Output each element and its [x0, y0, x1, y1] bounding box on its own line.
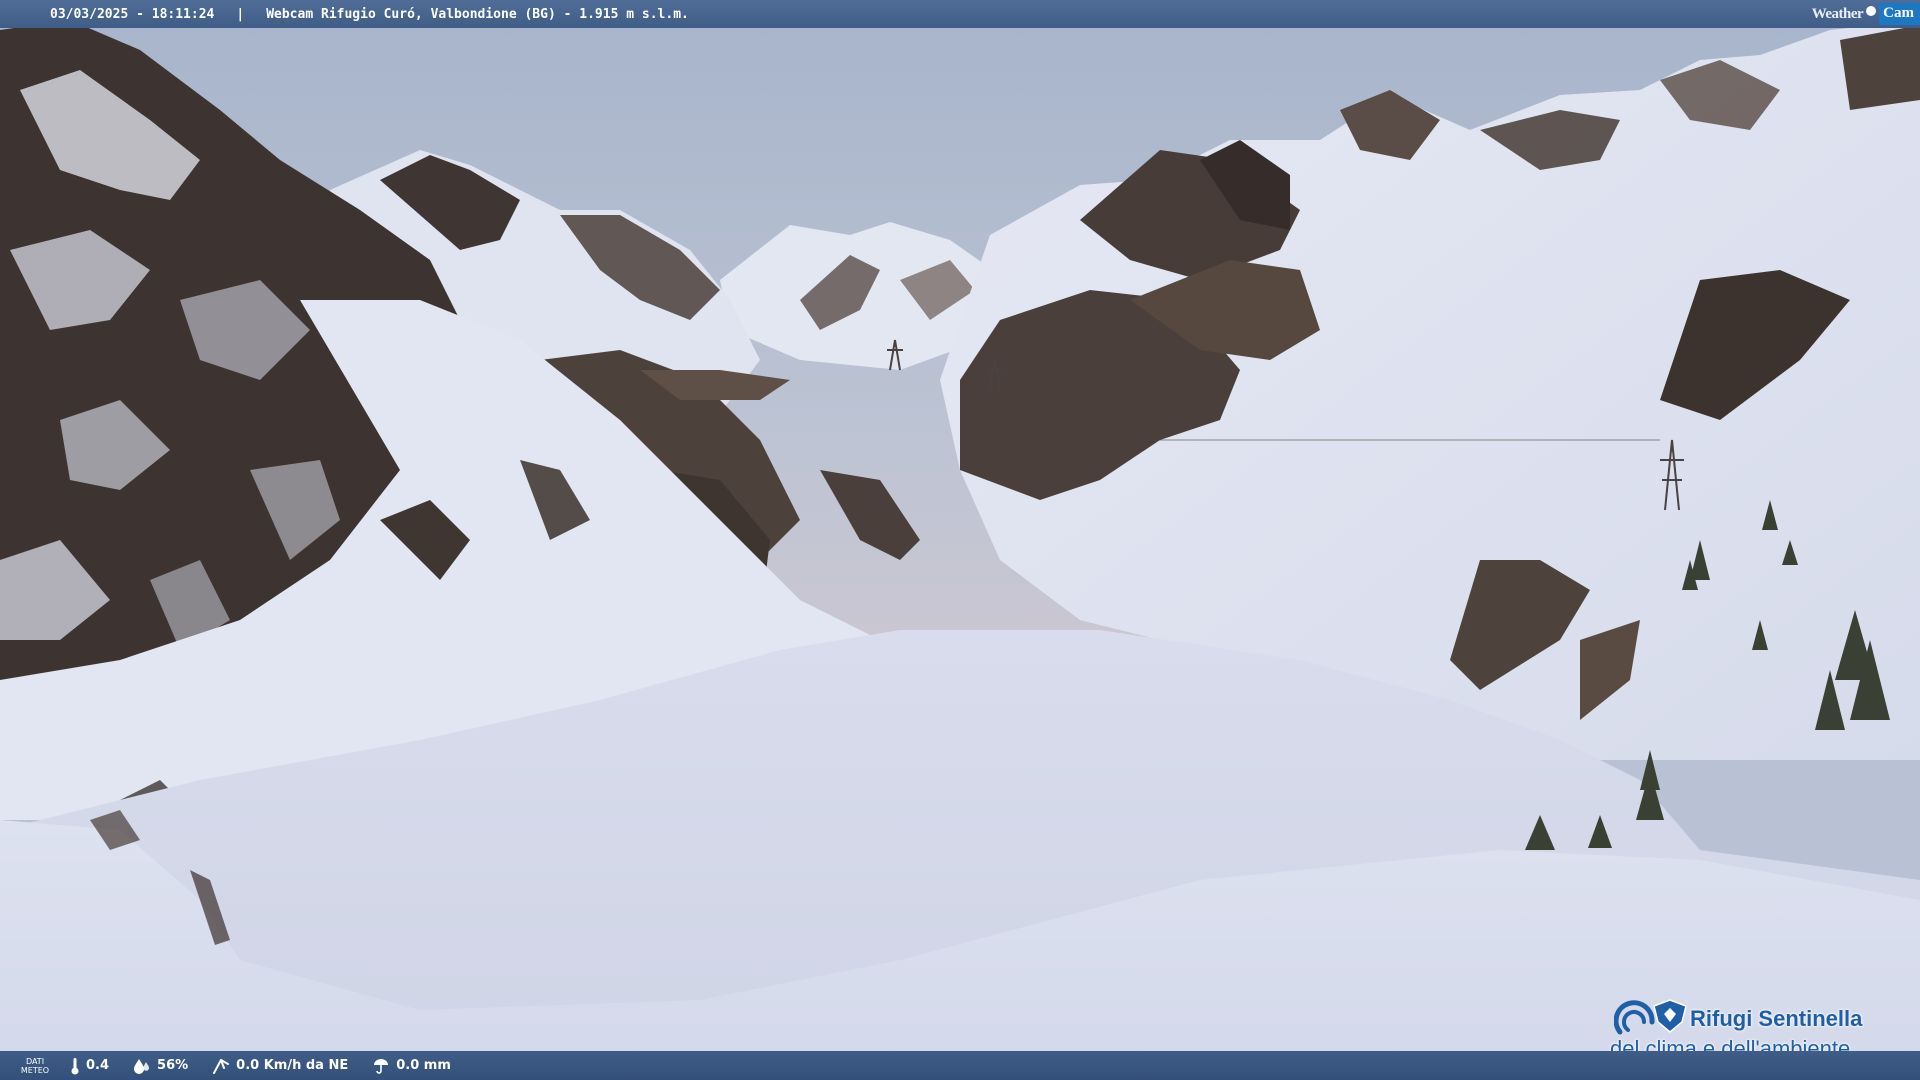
temperature-stat: 0.4: [70, 1057, 109, 1075]
humidity-icon: [134, 1058, 150, 1074]
rain-stat: 0.0 mm: [372, 1058, 451, 1074]
webcam-title: Webcam Rifugio Curó, Valbondione (BG) - …: [266, 6, 689, 22]
weathercam-logo: Weather Cam: [1812, 0, 1920, 28]
logo-line1: Rifugi Sentinella: [1690, 1006, 1863, 1031]
weathercam-logo-cam: Cam: [1879, 3, 1920, 25]
humidity-stat: 56%: [133, 1058, 188, 1074]
weathercam-dot-icon: [1866, 6, 1877, 16]
temperature-value: 0.4: [86, 1058, 110, 1073]
separator: |: [236, 6, 245, 22]
dati-label-line2: METEO: [20, 1065, 50, 1075]
rain-value: 0.0 mm: [396, 1058, 451, 1073]
webcam-image: [0, 0, 1920, 1080]
weathercam-logo-weather: Weather: [1811, 5, 1864, 22]
dati-label-line1: DATI: [25, 1056, 45, 1066]
timestamp: 03/03/2025 - 18:11:24: [50, 6, 215, 22]
dati-meteo-label: DATI METEO: [0, 1057, 70, 1075]
top-info-bar: 03/03/2025 - 18:11:24 | Webcam Rifugio C…: [0, 0, 1920, 28]
wind-stat: 0.0 Km/h da NE: [212, 1058, 348, 1074]
rain-icon: [374, 1058, 389, 1074]
wind-value: 0.0 Km/h da NE: [236, 1058, 349, 1073]
rifugi-emblem-icon: [1614, 999, 1687, 1035]
weather-data-bar: DATI METEO 0.4 56% 0.0 Km/h da NE 0.0 mm: [0, 1051, 1920, 1080]
humidity-value: 56%: [157, 1058, 189, 1073]
wind-icon: [213, 1058, 230, 1074]
thermometer-icon: [71, 1057, 79, 1074]
